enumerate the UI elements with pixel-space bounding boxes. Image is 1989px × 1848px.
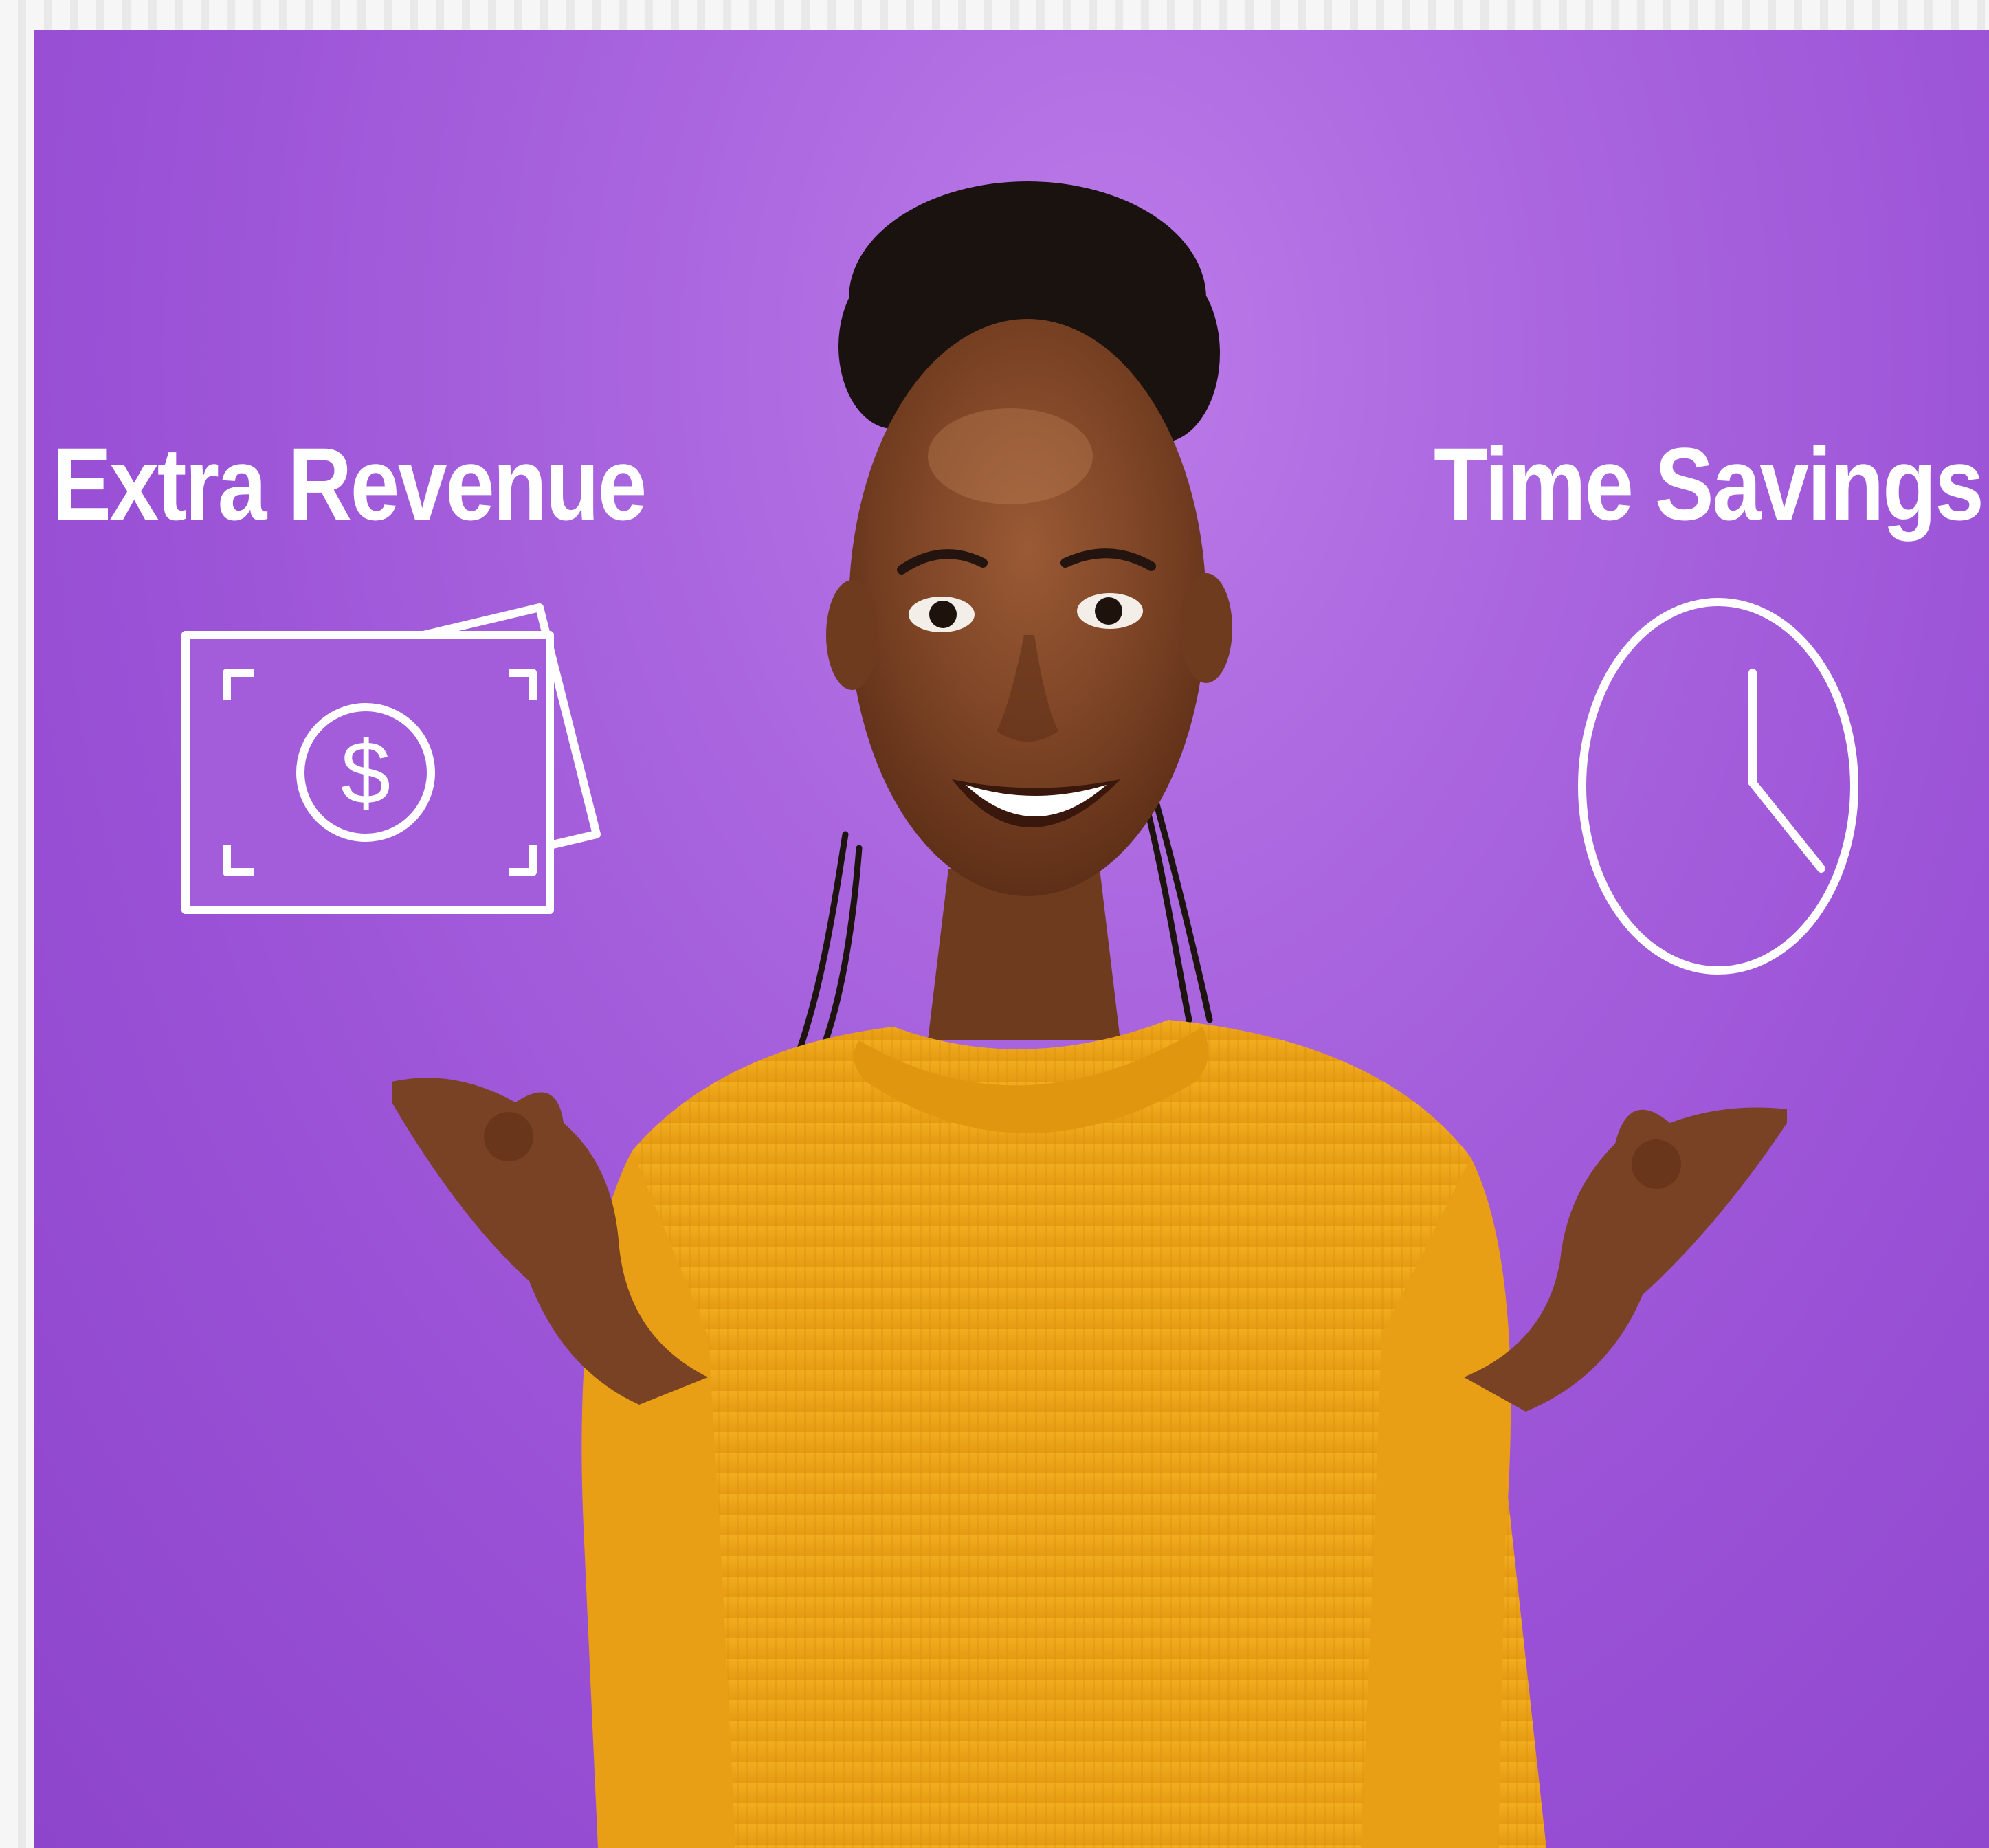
extra-revenue-caption: Extra Revenue xyxy=(52,426,647,542)
time-savings-caption: Time Savings xyxy=(1434,426,1984,542)
money-bills-icon: $ xyxy=(144,566,625,992)
image-frame: Extra Revenue $ Time Savings xyxy=(0,0,1989,1848)
promo-banner: Extra Revenue $ Time Savings xyxy=(34,30,1989,1848)
clock-icon xyxy=(1553,566,1883,992)
svg-text:$: $ xyxy=(341,722,390,823)
